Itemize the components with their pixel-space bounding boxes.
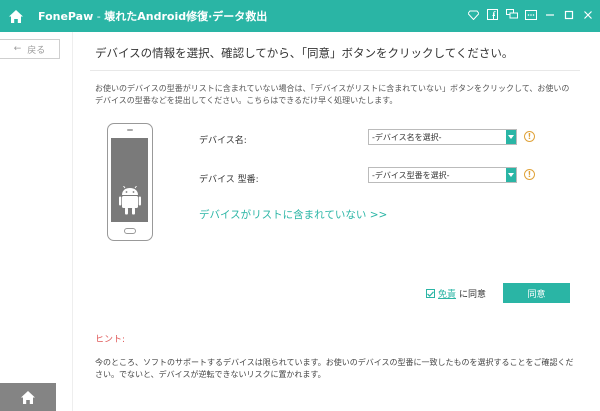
app-title-separator: - [93, 10, 105, 23]
back-button[interactable]: ← 戻る [0, 39, 60, 59]
titlebar-icons [467, 8, 594, 21]
device-name-help-icon[interactable]: ! [524, 131, 535, 142]
checkmark-icon [427, 290, 434, 297]
agree-checkbox[interactable] [426, 289, 435, 298]
device-model-label: デバイス 型番: [199, 175, 259, 185]
title-bar: FonePaw - 壊れたAndroid修復·データ救出 [0, 0, 600, 32]
back-label: 戻る [27, 45, 46, 56]
home-icon [21, 390, 35, 404]
page-description: お使いのデバイスの型番がリストに含まれていない場合は、「デバイスがリストに含まれ… [95, 84, 570, 105]
agree-button[interactable]: 同意 [503, 283, 570, 303]
heading-divider [90, 70, 580, 71]
disclaimer-agree-row: 免責 に同意 [426, 287, 486, 300]
maximize-icon[interactable] [562, 8, 575, 21]
home-icon [9, 9, 23, 23]
app-product-name: 壊れたAndroid修復·データ救出 [104, 10, 268, 23]
hint-label: ヒント: [95, 335, 126, 345]
device-name-label: デバイス名: [199, 136, 247, 146]
device-name-select-value: -デバイス名を選択- [372, 132, 442, 142]
menu-icon[interactable] [524, 8, 537, 21]
sidebar-divider [72, 32, 73, 411]
chat-icon[interactable] [505, 8, 518, 21]
sidebar-home-button[interactable] [0, 383, 56, 411]
home-button[interactable] [0, 0, 32, 32]
device-model-help-icon[interactable]: ! [524, 169, 535, 180]
agree-suffix: に同意 [459, 290, 487, 300]
back-arrow-icon: ← [13, 44, 22, 54]
facebook-icon[interactable] [486, 8, 499, 21]
app-brand: FonePaw [38, 10, 94, 23]
diamond-icon[interactable] [467, 8, 480, 21]
chevron-down-icon[interactable] [506, 168, 516, 182]
device-name-select[interactable]: -デバイス名を選択- [368, 129, 517, 145]
page-heading: デバイスの情報を選択、確認してから、「同意」ボタンをクリックしてください。 [95, 46, 514, 60]
chevron-down-icon[interactable] [506, 130, 516, 144]
device-model-select-value: -デバイス型番を選択- [372, 170, 450, 180]
hint-text: 今のところ、ソフトのサポートするデバイスは限られています。お使いのデバイスの型番… [95, 358, 574, 379]
phone-screen [111, 138, 148, 222]
minimize-icon[interactable] [543, 8, 556, 21]
sidebar [0, 32, 72, 411]
disclaimer-link[interactable]: 免責 [438, 287, 456, 300]
close-icon[interactable] [581, 8, 594, 21]
phone-camera [127, 129, 133, 131]
app-title: FonePaw - 壊れたAndroid修復·データ救出 [38, 8, 267, 24]
phone-home-button [124, 228, 136, 234]
android-robot-icon [119, 186, 141, 215]
device-model-select[interactable]: -デバイス型番を選択- [368, 167, 517, 183]
device-not-listed-link[interactable]: デバイスがリストに含まれていない >> [199, 207, 387, 222]
phone-illustration [107, 123, 153, 241]
